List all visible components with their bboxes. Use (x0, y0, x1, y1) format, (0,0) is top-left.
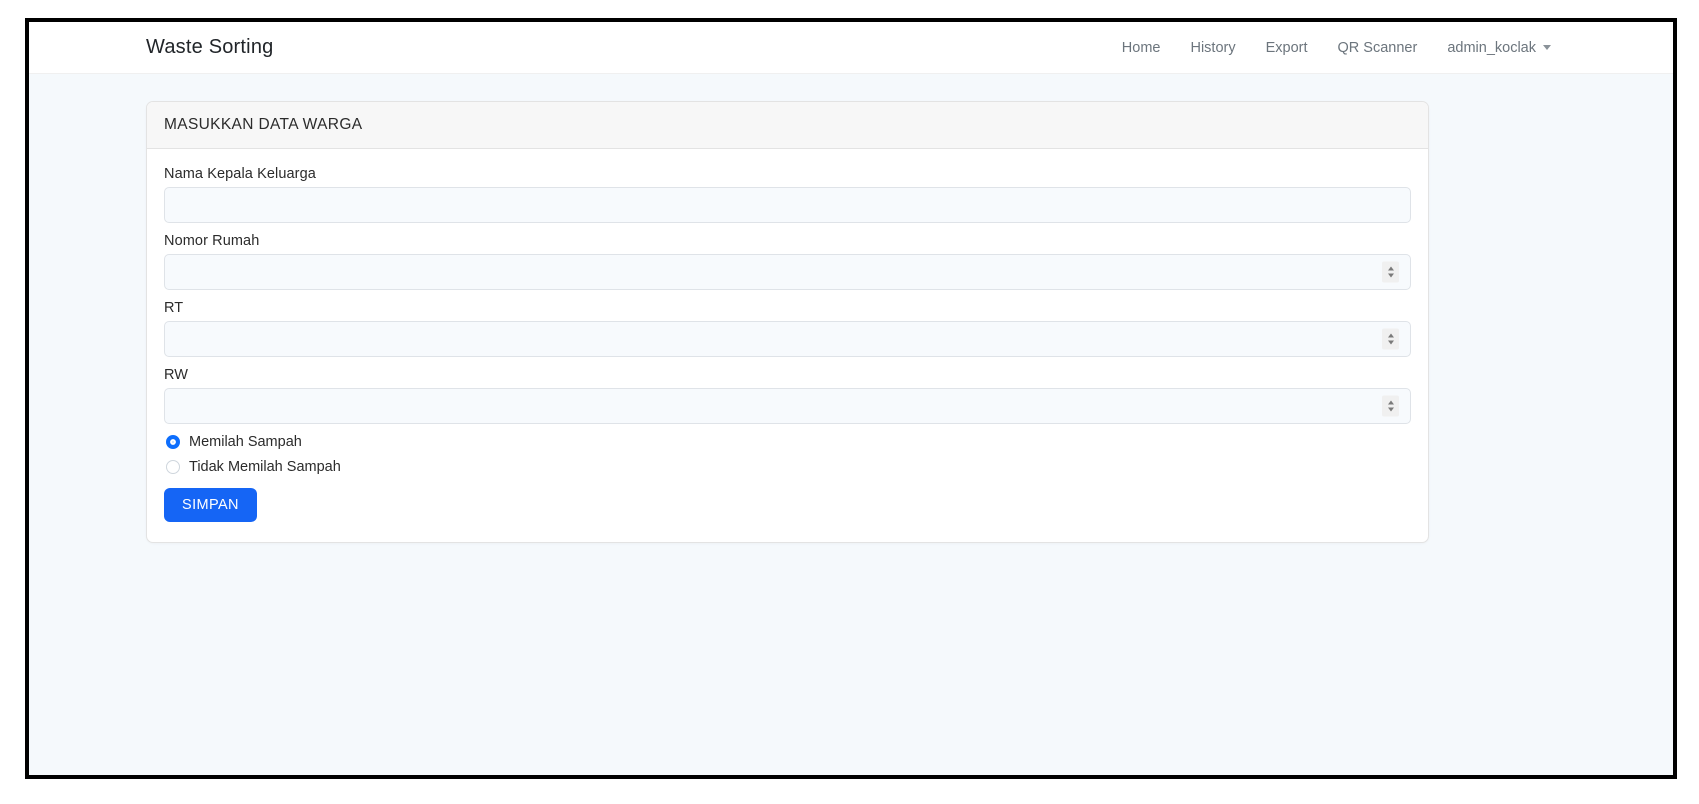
brand-title[interactable]: Waste Sorting (146, 36, 273, 59)
chevron-down-icon (1387, 340, 1394, 345)
radio-label-tidak-memilah-sampah: Tidak Memilah Sampah (189, 459, 341, 475)
input-nama-kepala-keluarga[interactable] (164, 187, 1411, 223)
chevron-up-icon (1387, 333, 1394, 338)
save-button[interactable]: SIMPAN (164, 488, 257, 522)
field-nama-kepala-keluarga: Nama Kepala Keluarga (164, 166, 1411, 223)
chevron-up-icon (1387, 266, 1394, 271)
top-navbar: Waste Sorting Home History Export QR Sca… (29, 22, 1673, 74)
chevron-down-icon (1387, 273, 1394, 278)
user-menu-dropdown[interactable]: admin_koclak (1432, 32, 1555, 64)
radio-option-memilah-sampah[interactable]: Memilah Sampah (164, 434, 1411, 450)
user-menu-label: admin_koclak (1447, 39, 1536, 56)
nav-link-qr-scanner[interactable]: QR Scanner (1323, 32, 1433, 64)
label-nama-kepala-keluarga: Nama Kepala Keluarga (164, 166, 316, 182)
label-rw: RW (164, 367, 189, 383)
input-nomor-rumah[interactable] (164, 254, 1411, 290)
nav-link-history[interactable]: History (1175, 32, 1250, 64)
field-rt: RT (164, 300, 1411, 357)
chevron-down-icon (1387, 407, 1394, 412)
field-nomor-rumah: Nomor Rumah (164, 233, 1411, 290)
data-entry-card: MASUKKAN DATA WARGA Nama Kepala Keluarga… (146, 101, 1429, 543)
label-nomor-rumah: Nomor Rumah (164, 233, 260, 249)
browser-viewport-frame: Waste Sorting Home History Export QR Sca… (25, 18, 1677, 779)
radio-label-memilah-sampah: Memilah Sampah (189, 434, 302, 450)
nav-links: Home History Export QR Scanner admin_koc… (1107, 32, 1673, 64)
card-body: Nama Kepala Keluarga Nomor Rumah RT RW M… (147, 149, 1428, 542)
radio-option-tidak-memilah-sampah[interactable]: Tidak Memilah Sampah (164, 459, 1411, 475)
chevron-up-icon (1387, 400, 1394, 405)
nav-link-home[interactable]: Home (1107, 32, 1176, 64)
nav-link-export[interactable]: Export (1251, 32, 1323, 64)
number-stepper-rw[interactable] (1382, 395, 1399, 417)
input-rw[interactable] (164, 388, 1411, 424)
number-stepper-nomor-rumah[interactable] (1382, 261, 1399, 283)
input-rt[interactable] (164, 321, 1411, 357)
number-stepper-rt[interactable] (1382, 328, 1399, 350)
page-body: MASUKKAN DATA WARGA Nama Kepala Keluarga… (29, 74, 1673, 775)
label-rt: RT (164, 300, 184, 316)
chevron-down-icon (1543, 45, 1551, 50)
radio-selected-icon[interactable] (166, 435, 180, 449)
field-rw: RW (164, 367, 1411, 424)
card-header-title: MASUKKAN DATA WARGA (147, 102, 1428, 149)
radio-unselected-icon[interactable] (166, 460, 180, 474)
